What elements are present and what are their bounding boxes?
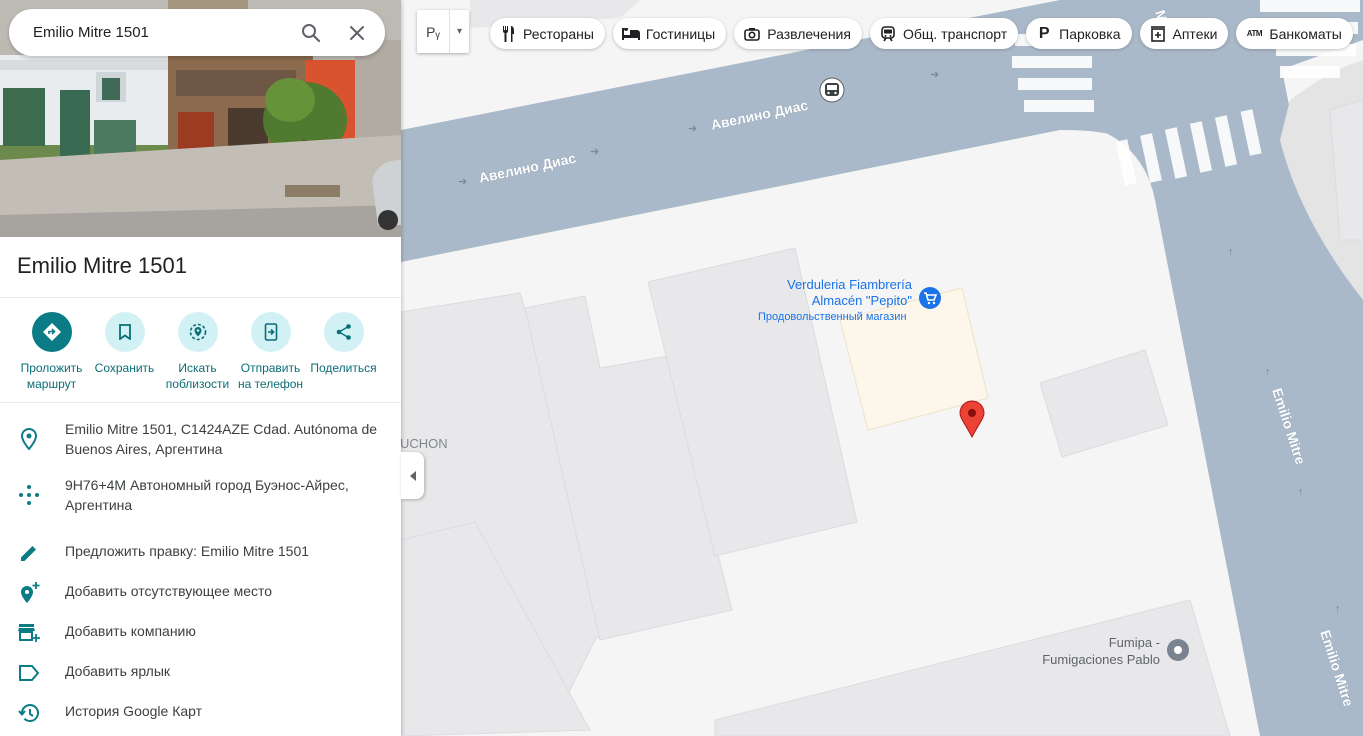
train-icon (879, 25, 897, 43)
bus-stop-icon (819, 77, 845, 103)
place-photo[interactable] (0, 0, 401, 237)
category-chips: Рестораны Гостиницы Развлечения Общ. тра… (490, 18, 1353, 49)
action-buttons: Проложить маршрут Сохранить Искать побли… (15, 312, 380, 392)
share-button[interactable]: Поделиться (307, 312, 380, 392)
chip-pharmacies-label: Аптеки (1172, 25, 1218, 42)
collapse-panel-button[interactable] (401, 452, 424, 499)
bookmark-icon (104, 312, 145, 352)
add-place-icon (17, 581, 41, 605)
chip-hotels[interactable]: Гостиницы (612, 18, 727, 49)
place-info-list: Emilio Mitre 1501, C1424AZE Cdad. Autóno… (0, 418, 401, 736)
bed-icon (621, 25, 640, 43)
svg-text:➜: ➜ (930, 69, 939, 81)
add-business-text: Добавить компанию (65, 623, 196, 639)
save-label: Сохранить (94, 361, 155, 375)
svg-text:↑: ↑ (1228, 246, 1234, 258)
history-icon (17, 701, 41, 725)
plus-code-text: 9H76+4M Автономный город Буэнос-Айрес, А… (65, 477, 349, 513)
svg-text:➜: ➜ (688, 123, 697, 135)
maps-history-text: История Google Карт (65, 703, 203, 719)
shopping-cart-icon (919, 287, 941, 309)
svg-text:↑: ↑ (1265, 366, 1271, 378)
label-icon (17, 661, 41, 685)
add-missing-place-row[interactable]: Добавить отсутствующее место (0, 581, 401, 621)
camera-icon (743, 25, 761, 43)
maps-history-row[interactable]: История Google Карт (0, 701, 401, 736)
poi-fumipa-line1: Fumipa - (1108, 635, 1160, 650)
chip-restaurants-label: Рестораны (523, 25, 594, 42)
poi-verduleria-name[interactable]: Verduleria Fiambrería Almacén "Pepito" (760, 277, 912, 309)
poi-verduleria-category: Продовольственный магазин (758, 311, 907, 323)
divider (0, 402, 401, 403)
search-button[interactable] (288, 10, 334, 56)
add-label-text: Добавить ярлык (65, 663, 171, 679)
atm-icon: ATM (1246, 29, 1263, 38)
add-business-row[interactable]: Добавить компанию (0, 621, 401, 661)
search-box (9, 9, 385, 56)
add-label-row[interactable]: Добавить ярлык (0, 661, 401, 701)
poi-gray-icon (1167, 639, 1189, 661)
parking-icon: P (1038, 24, 1050, 42)
poi-verduleria-line2: Almacén "Pepito" (811, 293, 912, 308)
chip-parking-label: Парковка (1059, 25, 1121, 42)
share-icon (323, 312, 364, 352)
svg-text:↑: ↑ (1335, 603, 1341, 615)
share-label: Поделиться (310, 361, 377, 375)
clear-search-button[interactable] (334, 10, 380, 56)
poi-verduleria-line1: Verduleria Fiambrería (787, 277, 912, 292)
building-4 (1039, 349, 1169, 458)
plus-code-row[interactable]: 9H76+4M Автономный город Буэнос-Айрес, А… (0, 477, 401, 541)
location-pin-icon (17, 427, 41, 451)
chevron-left-icon (409, 470, 416, 481)
search-nearby-label: Искать поблизости (165, 361, 230, 391)
partial-map-label: UCHON (400, 436, 448, 451)
layer-selector-label: Рᵧ (426, 23, 440, 40)
close-icon (350, 25, 364, 40)
location-marker-icon (959, 400, 985, 439)
svg-text:➜: ➜ (590, 146, 599, 158)
poi-fumipa-line2: Fumigaciones Pablo (1042, 652, 1160, 667)
suggest-edit-text: Предложить правку: Emilio Mitre 1501 (65, 543, 310, 559)
chip-transit[interactable]: Общ. транспорт (869, 18, 1019, 49)
send-to-phone-icon (250, 312, 291, 352)
search-input[interactable] (33, 24, 288, 41)
directions-button[interactable]: Проложить маршрут (15, 312, 88, 392)
add-missing-place-text: Добавить отсутствующее место (65, 583, 273, 599)
directions-icon (31, 312, 72, 352)
chip-entertainment[interactable]: Развлечения (734, 18, 862, 49)
chip-pharmacies[interactable]: Аптеки (1139, 18, 1229, 49)
svg-text:↑: ↑ (1298, 486, 1304, 498)
building-6 (714, 599, 1231, 736)
chip-entertainment-label: Развлечения (767, 25, 851, 42)
suggest-edit-row[interactable]: Предложить правку: Emilio Mitre 1501 (0, 541, 401, 581)
chip-atms-label: Банкоматы (1269, 25, 1342, 42)
nearby-icon (177, 312, 218, 352)
language-layer-selector[interactable]: Рᵧ ▾ (417, 10, 469, 53)
send-to-phone-label: Отправить на телефон (237, 361, 304, 391)
divider (0, 297, 401, 298)
chip-hotels-label: Гостиницы (645, 25, 716, 42)
place-title: Emilio Mitre 1501 (17, 253, 187, 278)
chevron-down-icon[interactable]: ▾ (449, 10, 469, 53)
address-text: Emilio Mitre 1501, C1424AZE Cdad. Autóno… (65, 421, 378, 457)
edit-pencil-icon (17, 541, 41, 565)
chip-restaurants[interactable]: Рестораны (490, 18, 605, 49)
chip-atms[interactable]: ATM Банкоматы (1236, 18, 1353, 49)
chip-parking[interactable]: P Парковка (1026, 18, 1132, 49)
chip-transit-label: Общ. транспорт (902, 25, 1008, 42)
poi-fumipa-name[interactable]: Fumipa - Fumigaciones Pablo (1010, 634, 1160, 668)
send-to-phone-button[interactable]: Отправить на телефон (234, 312, 307, 392)
fork-knife-icon (499, 25, 517, 43)
place-panel: Emilio Mitre 1501 Проложить маршрут Сохр… (0, 0, 401, 736)
pharmacy-icon (1149, 25, 1167, 43)
search-icon (302, 23, 321, 42)
directions-label: Проложить маршрут (20, 361, 83, 391)
svg-text:➜: ➜ (458, 176, 467, 188)
plus-code-icon (17, 483, 41, 507)
save-button[interactable]: Сохранить (88, 312, 161, 392)
search-nearby-button[interactable]: Искать поблизости (161, 312, 234, 392)
add-business-icon (17, 621, 41, 645)
